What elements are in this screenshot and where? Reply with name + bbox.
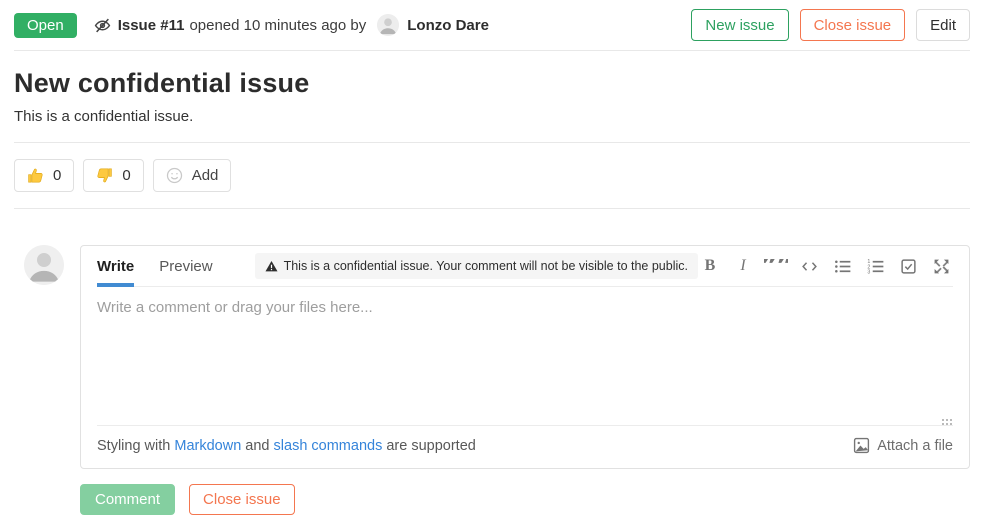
resize-grip-handle[interactable] (940, 417, 953, 426)
new-comment-section: Write Preview This is a confidential iss… (14, 245, 970, 515)
comment-editor: Write Preview This is a confidential iss… (80, 245, 970, 469)
header-actions: New issue Close issue Edit (691, 9, 970, 41)
close-issue-button-top[interactable]: Close issue (800, 9, 906, 41)
code-icon[interactable] (797, 254, 821, 278)
attach-file-label: Attach a file (877, 438, 953, 454)
add-award-button[interactable]: Add (153, 159, 232, 192)
styling-hint: Styling with Markdown and slash commands… (97, 438, 476, 454)
comment-submit-button[interactable]: Comment (80, 484, 175, 515)
tab-write[interactable]: Write (97, 246, 134, 286)
comment-form: Write Preview This is a confidential iss… (80, 245, 970, 515)
and-text: and (245, 438, 269, 454)
bullet-list-icon[interactable] (830, 254, 854, 278)
svg-text:3: 3 (867, 269, 870, 274)
thumbs-down-button[interactable]: 0 (83, 159, 143, 192)
editor-header: Write Preview This is a confidential iss… (97, 246, 953, 287)
thumbs-up-button[interactable]: 0 (14, 159, 74, 192)
award-emoji-row: 0 0 Add (14, 143, 970, 209)
status-badge: Open (14, 13, 77, 38)
add-award-label: Add (192, 167, 219, 184)
warning-triangle-icon (265, 260, 278, 273)
editor-footer: Styling with Markdown and slash commands… (81, 426, 969, 468)
attach-image-icon (853, 437, 870, 454)
confidential-warning-banner: This is a confidential issue. Your comme… (255, 253, 698, 279)
confidential-eye-slash-icon (94, 17, 111, 34)
issue-body: New confidential issue This is a confide… (14, 68, 970, 143)
thumbs-up-count: 0 (53, 167, 61, 184)
task-list-icon[interactable] (896, 254, 920, 278)
markdown-link[interactable]: Markdown (174, 438, 241, 454)
issue-reference: Issue #11 (118, 17, 185, 34)
issue-title: New confidential issue (14, 68, 970, 99)
confidential-warning-text: This is a confidential issue. Your comme… (284, 259, 688, 273)
issue-header: Open Issue #11 opened 10 minutes ago by … (14, 0, 970, 51)
slash-commands-link[interactable]: slash commands (274, 438, 383, 454)
editor-resize-divider (97, 425, 953, 426)
quote-icon[interactable]: ”” (764, 259, 788, 273)
tab-preview[interactable]: Preview (159, 246, 212, 286)
thumbs-up-icon (27, 167, 44, 184)
attach-file-button[interactable]: Attach a file (853, 437, 953, 454)
bold-icon[interactable]: B (698, 254, 722, 278)
thumbs-down-count: 0 (122, 167, 130, 184)
edit-button[interactable]: Edit (916, 9, 970, 41)
opened-timestamp: opened 10 minutes ago by (189, 17, 366, 34)
markdown-toolbar: B I ”” (698, 254, 953, 278)
author-name[interactable]: Lonzo Dare (407, 17, 489, 34)
fullscreen-icon[interactable] (929, 254, 953, 278)
close-issue-button-bottom[interactable]: Close issue (189, 484, 295, 515)
smiley-face-icon (166, 167, 183, 184)
italic-icon[interactable]: I (731, 254, 755, 278)
styling-prefix: Styling with (97, 438, 170, 454)
comment-textarea[interactable] (81, 287, 969, 425)
supported-text: are supported (386, 438, 475, 454)
new-issue-button[interactable]: New issue (691, 9, 788, 41)
current-user-avatar (24, 245, 64, 285)
author-avatar[interactable] (377, 14, 399, 36)
numbered-list-icon[interactable]: 1 2 3 (863, 254, 887, 278)
comment-actions: Comment Close issue (80, 484, 970, 515)
issue-page: Open Issue #11 opened 10 minutes ago by … (0, 0, 981, 515)
thumbs-down-icon (96, 167, 113, 184)
issue-description: This is a confidential issue. (14, 108, 970, 125)
